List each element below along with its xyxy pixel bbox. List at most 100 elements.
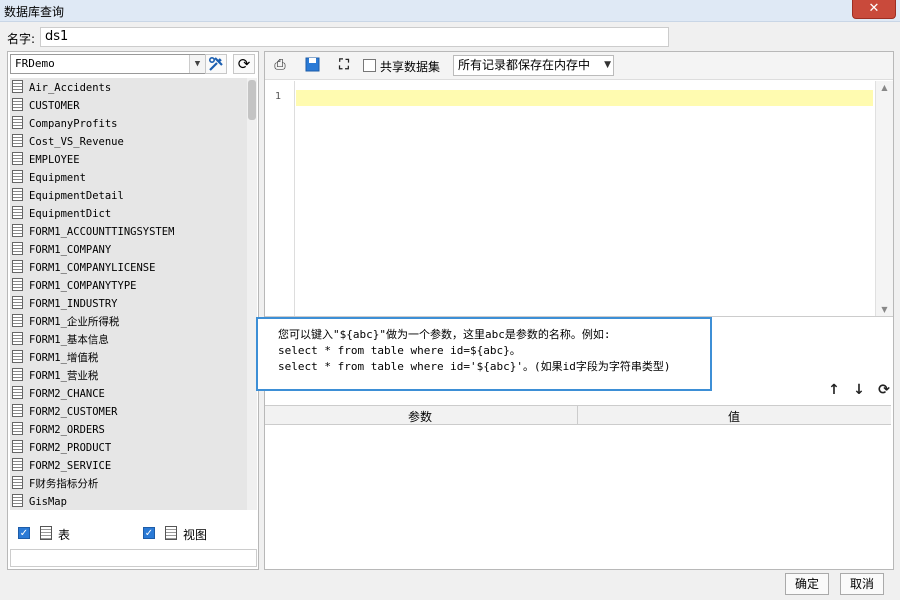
memory-mode-value: 所有记录都保存在内存中: [458, 58, 591, 72]
table-item[interactable]: FORM1_COMPANY: [12, 241, 111, 259]
table-item[interactable]: FORM1_ACCOUNTTINGSYSTEM: [12, 223, 174, 241]
table-icon: [12, 224, 23, 237]
table-icon: [12, 242, 23, 255]
cancel-button[interactable]: 取消: [840, 573, 884, 595]
table-item[interactable]: FORM1_基本信息: [12, 331, 109, 349]
table-item[interactable]: EquipmentDetail: [12, 187, 124, 205]
table-icon: [12, 422, 23, 435]
table-icon: [12, 494, 23, 507]
table-item[interactable]: Equipment: [12, 169, 86, 187]
table-search-input[interactable]: [10, 549, 257, 567]
table-icon: [12, 296, 23, 309]
table-item[interactable]: FORM1_增值税: [12, 349, 98, 367]
table-icon: [40, 526, 52, 540]
table-icon: [12, 458, 23, 471]
table-item[interactable]: FORM2_ORDERS: [12, 421, 105, 439]
move-down-button[interactable]: ↓: [850, 381, 868, 399]
table-icon: [12, 476, 23, 489]
scrollbar-thumb[interactable]: [248, 80, 256, 120]
table-item[interactable]: FORM1_COMPANYLICENSE: [12, 259, 155, 277]
table-item[interactable]: FORM1_企业所得税: [12, 313, 119, 331]
table-item[interactable]: FORM2_CUSTOMER: [12, 403, 118, 421]
ok-button[interactable]: 确定: [785, 573, 829, 595]
save-query-button[interactable]: [303, 56, 321, 74]
table-icon: [12, 440, 23, 453]
refresh-params-button[interactable]: ⟳: [875, 381, 893, 399]
save-icon: [305, 57, 319, 72]
line-gutter: 1: [265, 81, 295, 316]
show-views-label: 视图: [183, 528, 208, 542]
fullscreen-icon: ⛶: [339, 57, 349, 73]
table-icon: [12, 314, 23, 327]
share-dataset-label: 共享数据集: [380, 60, 441, 74]
table-item[interactable]: F财务指标分析: [12, 475, 98, 493]
value-column-header: 值: [728, 410, 741, 424]
database-select[interactable]: FRDemo ▼: [10, 54, 206, 74]
hint-line: select * from table where id='${abc}'。(如…: [278, 360, 671, 373]
table-list: Air_Accidents CUSTOMER CompanyProfits Co…: [10, 78, 257, 510]
share-dataset-checkbox[interactable]: [363, 59, 376, 72]
memory-mode-select[interactable]: 所有记录都保存在内存中 ▼: [453, 55, 614, 76]
table-icon: [12, 278, 23, 291]
fullscreen-button[interactable]: ⛶: [335, 56, 353, 74]
table-item[interactable]: FORM1_营业税: [12, 367, 98, 385]
chevron-down-icon: ▼: [189, 55, 205, 73]
table-icon: [12, 404, 23, 417]
preview-button[interactable]: ⎙: [271, 56, 289, 74]
table-item[interactable]: GisMap: [12, 493, 67, 510]
editor-scrollbar[interactable]: ▲ ▼: [875, 81, 893, 316]
param-column-header: 参数: [408, 410, 433, 424]
close-button[interactable]: ✕: [852, 0, 896, 19]
table-item[interactable]: FORM1_INDUSTRY: [12, 295, 118, 313]
table-icon: [12, 206, 23, 219]
hint-line: select * from table where id=${abc}。: [278, 344, 521, 357]
table-item[interactable]: FORM2_CHANCE: [12, 385, 105, 403]
table-item[interactable]: FORM1_COMPANYTYPE: [12, 277, 136, 295]
scroll-down-icon[interactable]: ▼: [876, 305, 893, 314]
window-title: 数据库查询: [4, 5, 65, 19]
name-input[interactable]: ds1: [40, 27, 669, 47]
tools-icon: [208, 56, 223, 71]
name-label: 名字:: [7, 32, 36, 46]
parameter-hint-box: 您可以键入"${abc}"做为一个参数，这里abc是参数的名称。例如: sele…: [256, 317, 712, 391]
connection-settings-button[interactable]: [205, 54, 227, 74]
show-views-checkbox[interactable]: ✓: [143, 527, 155, 539]
table-item[interactable]: FORM2_SERVICE: [12, 457, 111, 475]
move-up-button[interactable]: ↑: [825, 381, 843, 399]
parameter-table-header: 参数 值: [265, 405, 891, 425]
title-bar: 数据库查询 ✕: [0, 0, 900, 22]
table-item[interactable]: CUSTOMER: [12, 97, 80, 115]
table-icon: [12, 170, 23, 183]
table-list-scrollbar[interactable]: [247, 78, 257, 510]
table-item[interactable]: EquipmentDict: [12, 205, 111, 223]
show-tables-label: 表: [58, 528, 71, 542]
table-icon: [12, 188, 23, 201]
table-browser-panel: FRDemo ▼ ⟳ Air_Accidents CUSTOMER Compan…: [7, 51, 259, 570]
table-item[interactable]: FORM2_PRODUCT: [12, 439, 111, 457]
table-item[interactable]: EMPLOYEE: [12, 151, 80, 169]
refresh-button[interactable]: ⟳: [233, 54, 255, 74]
table-type-options: ✓ 表 ✓ 视图: [10, 522, 257, 544]
table-item[interactable]: Cost_VS_Revenue: [12, 133, 124, 151]
table-icon: [12, 332, 23, 345]
show-tables-checkbox[interactable]: ✓: [18, 527, 30, 539]
table-item[interactable]: CompanyProfits: [12, 115, 118, 133]
editor-toolbar: ⎙ ⛶ 共享数据集 所有记录都保存在内存中 ▼: [265, 52, 893, 80]
table-icon: [12, 98, 23, 111]
table-icon: [12, 260, 23, 273]
table-icon: [12, 80, 23, 93]
table-icon: [12, 116, 23, 129]
line-number: 1: [275, 91, 282, 102]
table-item[interactable]: Air_Accidents: [12, 79, 111, 97]
view-icon: [165, 526, 177, 540]
table-icon: [12, 350, 23, 363]
parameter-table: 参数 值: [265, 405, 893, 569]
sql-editor-panel: ⎙ ⛶ 共享数据集 所有记录都保存在内存中 ▼ 1 ▲ ▼ ↑ ↓ ⟳ 参数 值: [264, 51, 894, 570]
sql-editor[interactable]: 1 ▲ ▼: [265, 81, 893, 317]
preview-icon: ⎙: [274, 57, 286, 73]
chevron-down-icon: ▼: [604, 60, 611, 70]
scroll-up-icon[interactable]: ▲: [876, 83, 893, 92]
database-select-value: FRDemo: [15, 57, 55, 70]
refresh-icon: ⟳: [237, 55, 251, 73]
hint-line: 您可以键入"${abc}"做为一个参数，这里abc是参数的名称。例如:: [278, 328, 611, 341]
